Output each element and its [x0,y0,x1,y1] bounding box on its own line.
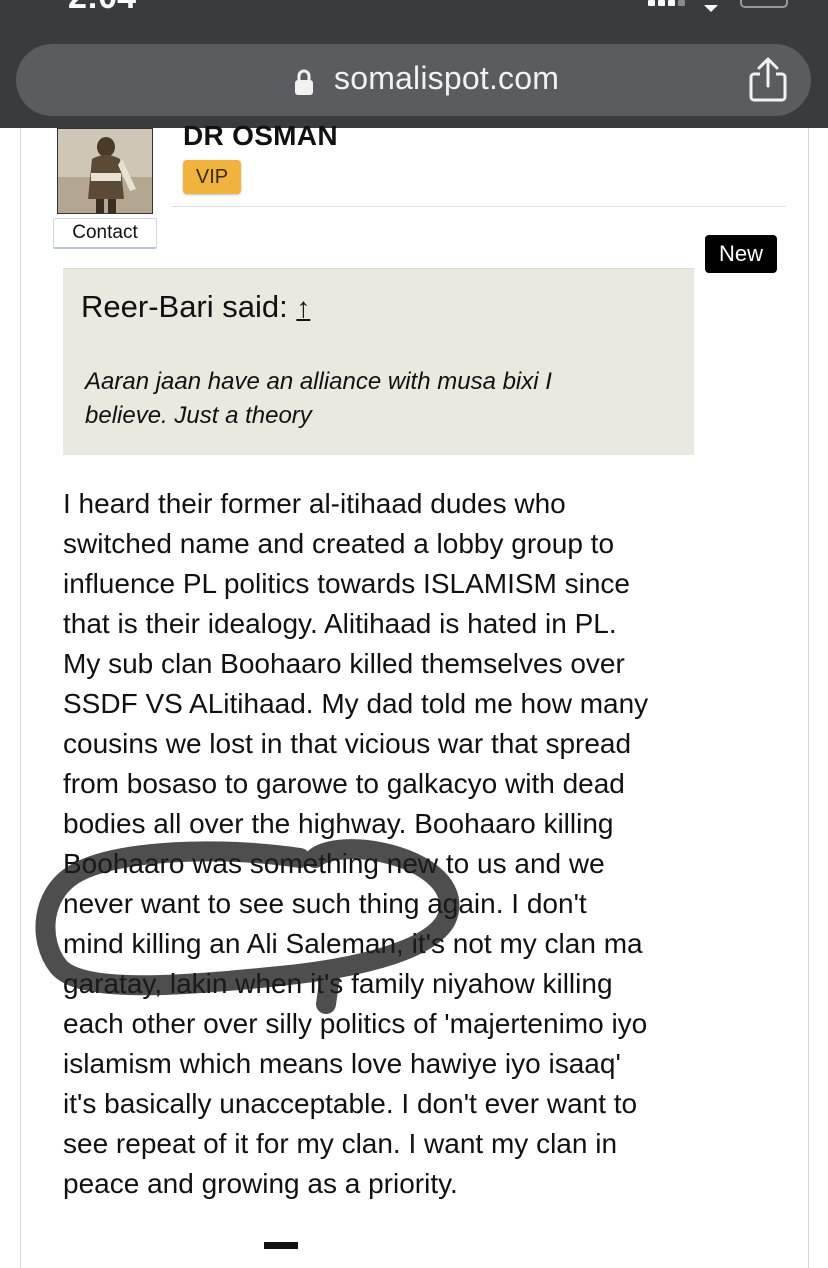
body-line: Boohaaro was something new to us and we [63,848,605,879]
body-line: each other over silly politics of 'majer… [63,1008,648,1039]
body-line: garatay, lakin when it's family niyahow … [63,968,613,999]
vip-badge: VIP [183,160,241,194]
quote-line: believe. Just a theory [85,402,312,429]
body-line: mind killing an Ali Saleman, it's not my… [63,928,643,959]
body-line: switched name and created a lobby group … [63,528,615,559]
body-line: never want to see such thing again. I do… [63,888,587,919]
author-name[interactable]: DR OSMAN [183,120,338,152]
quote-author: Reer-Bari said: [81,289,288,324]
body-line: from bosaso to garowe to galkacyo with d… [63,768,625,799]
lock-icon [295,69,313,95]
body-line: I heard their former al-itihaad dudes wh… [63,488,566,519]
wifi-icon [704,0,718,12]
contact-button[interactable]: Contact [53,218,157,249]
signal-icon [648,0,688,6]
quote-line: Aaran jaan have an alliance with musa bi… [85,368,552,395]
url-text: somalispot.com [334,60,560,96]
forum-post: Contact DR OSMAN VIP New Reer-Bari said:… [20,120,809,1268]
body-line: SSDF VS ALitihaad. My dad told me how ma… [63,688,649,719]
post-body: I heard their former al-itihaad dudes wh… [63,484,713,1204]
post-footer [0,1238,828,1249]
avatar-photo [58,129,152,213]
body-line: see repeat of it for my clan. I want my … [63,1128,618,1159]
avatar[interactable] [57,128,153,214]
body-line: My sub clan Boohaaro killed themselves o… [63,648,625,679]
body-line: that is their idealogy. Alitihaad is hat… [63,608,617,639]
body-line: bodies all over the highway. Boohaaro ki… [63,808,614,839]
status-icons [648,0,788,12]
quote-text: Aaran jaan have an alliance with musa bi… [85,365,645,433]
jump-to-quote-icon[interactable]: ↑ [296,292,310,323]
body-line: peace and growing as a priority. [63,1168,458,1199]
quote-block: Reer-Bari said: ↑ Aaran jaan have an all… [63,268,694,455]
address-bar[interactable]: somalispot.com [16,44,811,116]
body-line: influence PL politics towards ISLAMISM s… [63,568,630,599]
header-divider [171,206,786,207]
reply-icon[interactable] [264,1242,298,1249]
quote-attribution: Reer-Bari said: ↑ [81,289,310,325]
body-line: it's basically unacceptable. I don't eve… [63,1088,638,1119]
status-time: 2:04 [68,0,136,17]
browser-chrome: 2:04 somalispot.com [0,0,828,128]
body-line: cousins we lost in that vicious war that… [63,728,632,759]
share-icon[interactable] [748,56,788,102]
battery-icon [740,0,788,8]
body-line: islamism which means love hawiye iyo isa… [63,1048,621,1079]
new-badge: New [705,235,777,273]
